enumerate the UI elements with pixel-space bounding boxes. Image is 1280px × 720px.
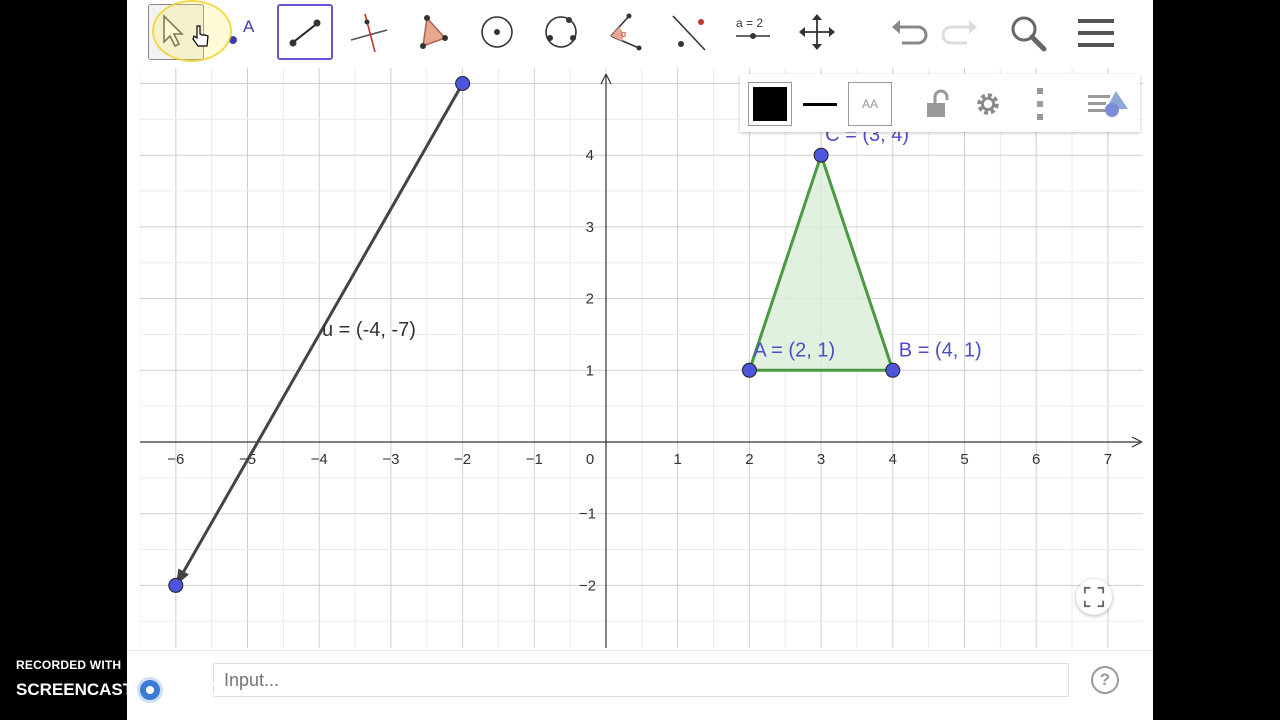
more-vertical-icon	[1037, 88, 1043, 120]
more-options-button[interactable]	[1018, 82, 1062, 126]
x-tick-label: −4	[311, 451, 328, 468]
x-tick-label: −6	[167, 451, 184, 468]
point-b	[885, 362, 901, 378]
reflect-line-tool[interactable]	[661, 4, 717, 60]
y-tick-label: 2	[586, 291, 594, 308]
point-a-label: A = (2, 1)	[753, 339, 835, 361]
move-arrows-icon	[799, 14, 835, 50]
angle-tool[interactable]: α	[597, 4, 653, 60]
x-tick-label: 0	[586, 451, 594, 468]
geogebra-app: A α a = 2 −6 −4 −3 −2 −1 0 1 2 3 4 5 6 7…	[127, 0, 1153, 720]
hamburger-menu-icon	[1078, 19, 1114, 47]
style-bar: AA	[740, 74, 1140, 132]
point-b-label: B = (4, 1)	[899, 339, 982, 361]
label-style-glyph: AA	[861, 97, 878, 111]
svg-text:a = 2: a = 2	[736, 16, 763, 30]
y-tick-label: −2	[579, 577, 596, 594]
slider-tool[interactable]: a = 2	[725, 4, 781, 60]
search-button[interactable]	[1005, 10, 1051, 56]
watermark-brand-b: MATIC	[167, 680, 220, 699]
line-style-button[interactable]	[798, 82, 842, 126]
x-tick-label: 3	[817, 451, 825, 468]
vector-start-point	[455, 76, 471, 91]
point-c	[813, 147, 829, 163]
perpendicular-line-tool[interactable]	[341, 4, 397, 60]
settings-button[interactable]	[966, 82, 1010, 126]
hand-cursor-icon	[192, 25, 209, 47]
segment-icon	[289, 19, 321, 47]
color-button[interactable]	[748, 82, 792, 126]
menu-button[interactable]	[1073, 10, 1119, 56]
svg-text:A: A	[243, 17, 255, 36]
x-tick-label: 4	[889, 451, 897, 468]
unlock-icon	[927, 89, 949, 117]
fullscreen-icon	[1083, 586, 1105, 608]
graphics-view[interactable]: −6−5−4−3−2−1012345671234−1−2u = (-4, -7)…	[140, 68, 1143, 648]
move-graphics-view-tool[interactable]	[789, 4, 845, 60]
watermark-line1: RECORDED WITH	[16, 658, 122, 672]
coordinate-plane[interactable]: −6−5−4−3−2−1012345671234−1−2u = (-4, -7)…	[140, 68, 1143, 648]
y-tick-label: 3	[586, 219, 594, 236]
vector-u-label: u = (-4, -7)	[322, 319, 416, 341]
x-tick-label: 2	[745, 451, 753, 468]
point-a	[741, 362, 757, 378]
x-tick-label: 6	[1032, 451, 1040, 468]
x-tick-label: 5	[960, 451, 968, 468]
y-tick-label: −1	[579, 506, 596, 523]
label-style-button[interactable]: AA	[848, 82, 892, 126]
help-button[interactable]: ?	[1091, 666, 1119, 694]
circle-three-points-icon	[545, 16, 577, 48]
y-tick-label: 4	[586, 147, 594, 164]
angle-icon: α	[610, 13, 642, 51]
undo-button[interactable]	[885, 10, 931, 56]
x-tick-label: 1	[674, 451, 682, 468]
algebra-input-field[interactable]	[213, 663, 1069, 697]
polygon-tool[interactable]	[405, 4, 461, 60]
gear-icon	[977, 93, 999, 115]
perpendicular-line-icon	[350, 13, 388, 53]
vector-end-point	[168, 577, 184, 593]
color-swatch	[753, 87, 787, 121]
screencast-logo-icon	[137, 677, 164, 703]
slider-icon: a = 2	[736, 16, 770, 39]
toggle-style-bar-button[interactable]	[1086, 82, 1130, 126]
circle-center-point-tool[interactable]	[469, 4, 525, 60]
x-tick-label: 7	[1104, 451, 1112, 468]
input-bar: ?	[127, 650, 1153, 711]
segment-tool[interactable]	[277, 4, 333, 60]
redo-icon	[941, 20, 977, 45]
lock-button[interactable]	[916, 82, 960, 126]
circle-three-points-tool[interactable]	[533, 4, 589, 60]
x-tick-label: −1	[526, 451, 543, 468]
polygon-icon	[420, 15, 448, 49]
redo-button[interactable]	[938, 10, 984, 56]
reflect-line-icon	[672, 15, 706, 51]
svg-text:α: α	[621, 29, 626, 39]
watermark-line2: SCREENCAST MATIC	[16, 677, 220, 703]
search-icon	[1011, 16, 1047, 52]
toolbar: A α a = 2	[127, 0, 1153, 68]
fullscreen-button[interactable]	[1076, 579, 1112, 615]
line-style-icon	[803, 102, 837, 106]
y-tick-label: 1	[586, 362, 594, 379]
undo-icon	[892, 20, 928, 45]
x-tick-label: −2	[454, 451, 471, 468]
circle-center-icon	[481, 16, 513, 48]
x-tick-label: −3	[382, 451, 399, 468]
recording-watermark: RECORDED WITH SCREENCAST MATIC	[16, 658, 220, 703]
watermark-brand-a: SCREENCAST	[16, 680, 134, 699]
style-bar-toggle-icon	[1088, 91, 1128, 117]
